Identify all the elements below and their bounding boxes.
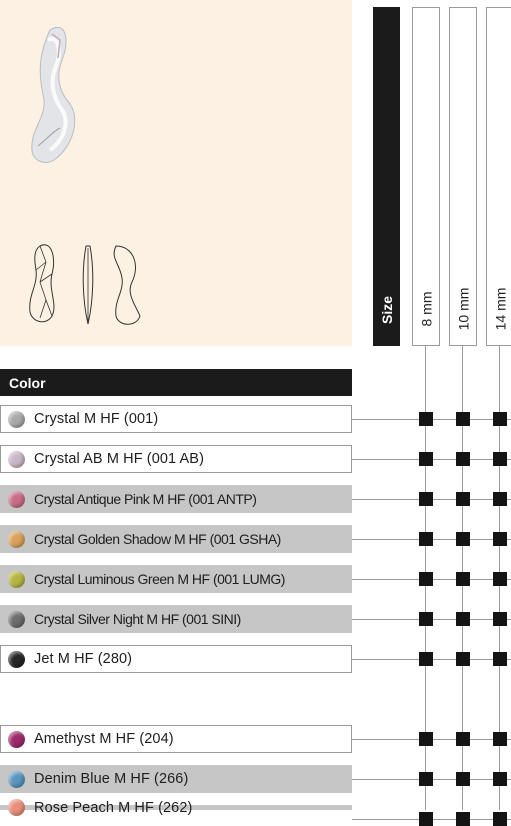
availability-marker <box>456 772 470 786</box>
color-row: Amethyst M HF (204) <box>0 725 352 753</box>
color-row: Crystal M HF (001) <box>0 405 352 433</box>
availability-marker <box>419 612 433 626</box>
availability-marker <box>456 732 470 746</box>
color-row: Denim Blue M HF (266) <box>0 765 352 793</box>
color-swatch-icon <box>8 799 25 816</box>
drawing-top-view <box>29 244 55 323</box>
availability-marker <box>456 452 470 466</box>
color-name: Crystal AB M HF (001 AB) <box>34 451 204 467</box>
color-swatch-icon <box>8 570 25 588</box>
availability-marker <box>493 612 507 626</box>
color-name: Crystal Golden Shadow M HF (001 GSHA) <box>34 531 281 547</box>
availability-marker <box>419 412 433 426</box>
color-name: Crystal Silver Night M HF (001 SINI) <box>34 611 241 627</box>
size-label: 10 mm <box>455 287 472 331</box>
color-swatch-icon <box>8 650 25 668</box>
availability-marker <box>419 492 433 506</box>
availability-marker <box>456 612 470 626</box>
drawing-back-view <box>113 245 141 325</box>
color-name: Rose Peach M HF (262) <box>34 799 193 816</box>
availability-marker <box>493 812 507 826</box>
color-swatch-icon <box>8 530 25 548</box>
color-header-label: Color <box>9 374 46 391</box>
size-label: 14 mm <box>492 287 509 331</box>
color-swatch-icon <box>8 410 25 428</box>
color-name: Crystal M HF (001) <box>34 411 159 427</box>
availability-marker <box>456 812 470 826</box>
availability-marker <box>493 492 507 506</box>
availability-marker <box>419 812 433 826</box>
color-swatch-icon <box>8 450 25 468</box>
availability-marker <box>493 772 507 786</box>
availability-marker <box>419 772 433 786</box>
size-header-label: Size <box>378 295 395 325</box>
availability-marker <box>456 492 470 506</box>
color-row: Jet M HF (280) <box>0 645 352 673</box>
availability-marker <box>493 412 507 426</box>
color-row: Crystal AB M HF (001 AB) <box>0 445 352 473</box>
color-swatch-icon <box>8 770 25 788</box>
availability-marker <box>456 652 470 666</box>
color-swatch-icon <box>8 610 25 628</box>
size-column-8mm: 8 mm <box>412 7 440 346</box>
color-row: Crystal Luminous Green M HF (001 LUMG) <box>0 565 352 593</box>
availability-marker <box>456 532 470 546</box>
availability-marker <box>419 452 433 466</box>
product-image-panel <box>0 0 352 346</box>
size-header: Size <box>373 7 400 346</box>
color-row: Crystal Silver Night M HF (001 SINI) <box>0 605 352 633</box>
color-swatch-icon <box>8 730 25 748</box>
availability-marker <box>493 652 507 666</box>
availability-marker <box>419 732 433 746</box>
color-name: Crystal Luminous Green M HF (001 LUMG) <box>34 571 285 587</box>
color-name: Jet M HF (280) <box>34 651 133 667</box>
availability-marker <box>493 572 507 586</box>
availability-marker <box>493 452 507 466</box>
product-illustration <box>29 27 141 325</box>
availability-marker <box>456 412 470 426</box>
color-row: Rose Peach M HF (262) <box>0 799 352 816</box>
size-column-14mm: 14 mm <box>486 7 511 346</box>
color-name: Amethyst M HF (204) <box>34 731 174 747</box>
availability-marker <box>419 532 433 546</box>
availability-marker <box>419 572 433 586</box>
availability-marker <box>419 652 433 666</box>
color-row: Crystal Antique Pink M HF (001 ANTP) <box>0 485 352 513</box>
color-swatch-icon <box>8 490 25 508</box>
availability-marker <box>456 572 470 586</box>
color-name: Crystal Antique Pink M HF (001 ANTP) <box>34 491 257 507</box>
availability-marker <box>493 732 507 746</box>
color-row: Crystal Golden Shadow M HF (001 GSHA) <box>0 525 352 553</box>
color-header: Color <box>0 369 352 396</box>
availability-marker <box>493 532 507 546</box>
size-column-10mm: 10 mm <box>449 7 477 346</box>
color-name: Denim Blue M HF (266) <box>34 771 189 787</box>
size-label: 8 mm <box>418 291 434 327</box>
